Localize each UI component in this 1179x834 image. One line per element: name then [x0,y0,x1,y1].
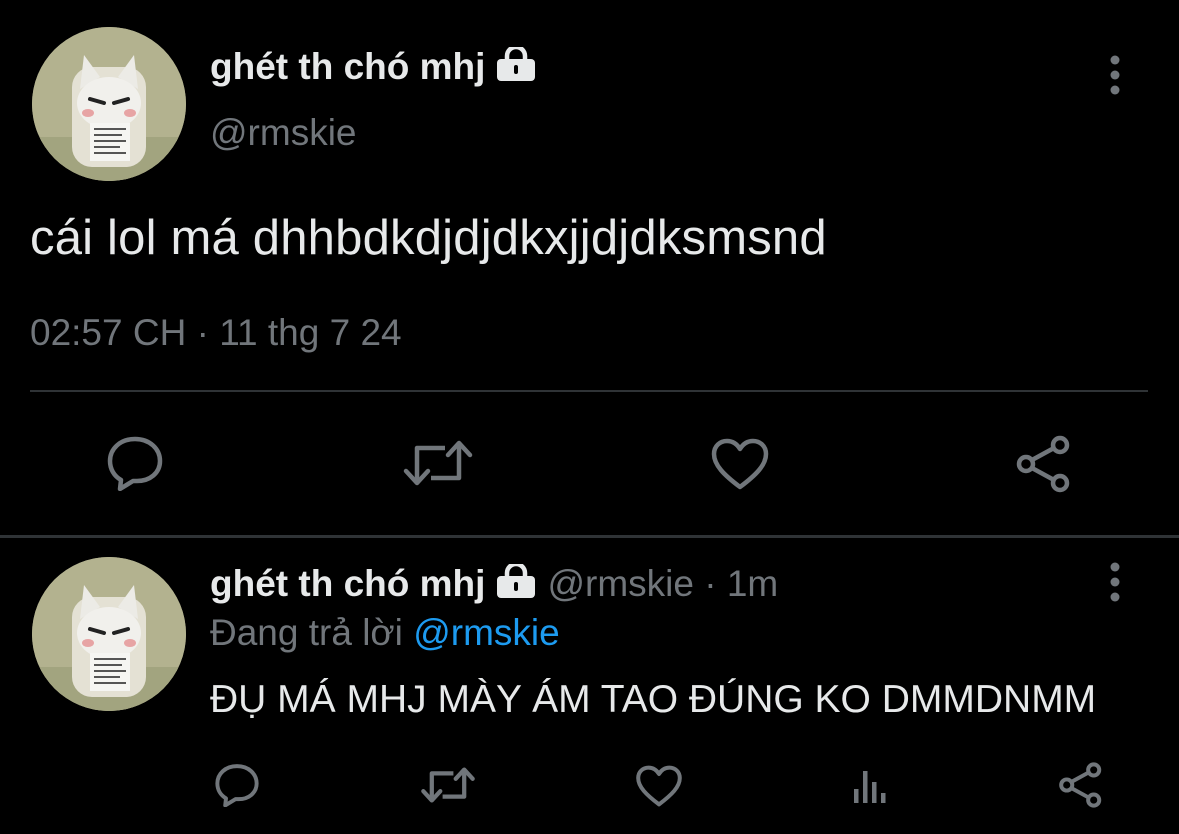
handle[interactable]: @rmskie [210,112,357,154]
cat-avatar-image [32,557,186,711]
like-icon [636,765,682,807]
reply-header: ghét th chó mhj @rmskie · 1m [210,561,778,607]
lock-icon [495,44,537,90]
like-button[interactable] [708,436,772,492]
reply-icon [107,436,163,491]
reply-button[interactable] [100,432,170,494]
tweet-thread: ghét th chó mhj @rmskie cái lol má dhhbd… [0,0,1179,834]
like-button[interactable] [634,764,684,808]
avatar[interactable] [32,557,186,711]
handle-and-time[interactable]: @rmskie · 1m [547,563,778,604]
like-icon [711,438,769,490]
share-icon [1059,762,1102,808]
retweet-icon [403,440,473,486]
reply-icon [215,764,259,807]
display-name-text: ghét th chó mhj [210,46,486,87]
lock-icon [495,561,537,607]
retweet-button[interactable] [420,764,476,806]
timestamp[interactable]: 02:57 CH · 11 thg 7 24 [30,312,402,354]
more-vertical-icon[interactable] [1105,562,1125,602]
mention-link[interactable]: @rmskie [413,612,560,653]
views-button[interactable] [848,764,892,806]
share-icon [1016,435,1070,493]
reply-text: ĐỤ MÁ MHJ MÀY ÁM TAO ĐÚNG KO DMMDNMM [210,678,1097,721]
tweet-text: cái lol má dhhbdkdjdjdkxjjdjdksmsnd [30,211,827,265]
divider [30,390,1148,392]
retweet-button[interactable] [402,437,474,489]
main-tweet: ghét th chó mhj @rmskie cái lol má dhhbd… [0,0,1179,535]
analytics-icon [854,771,886,803]
replying-to-label: Đang trả lời [210,612,403,653]
avatar[interactable] [32,27,186,181]
display-name[interactable]: ghét th chó mhj [210,563,485,604]
retweet-icon [421,767,475,803]
more-vertical-icon[interactable] [1105,55,1125,95]
reply-button[interactable] [212,762,262,808]
tweet-separator [0,535,1179,538]
share-button[interactable] [1056,762,1106,808]
cat-avatar-image [32,27,186,181]
display-name[interactable]: ghét th chó mhj [210,44,537,90]
share-button[interactable] [1012,434,1076,494]
replying-to: Đang trả lời @rmskie [210,612,560,654]
